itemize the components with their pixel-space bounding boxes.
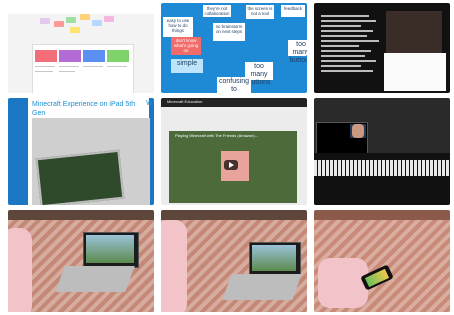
tile-youtube-video[interactable]: Minecraft Education Playing Minecraft wi… [161, 98, 307, 205]
sticky-note: simple [171, 59, 203, 73]
tile-side-text: We [146, 100, 154, 107]
tile-child-phone[interactable] [314, 210, 450, 312]
tile-minecraft-ipad[interactable]: Minecraft Experience on iPad 5th Gen We [8, 98, 154, 205]
child [8, 228, 32, 312]
tile-child-laptop-2[interactable] [161, 210, 307, 312]
text-panel [384, 53, 446, 91]
play-icon [229, 162, 234, 168]
sticky-note: they're not collaboration [203, 5, 231, 17]
laptop-screen [86, 235, 134, 263]
sticky-note: don't know what's going on [171, 37, 201, 55]
tile-child-laptop-1[interactable] [8, 210, 154, 312]
image-grid: they're not collaboration the screen is … [0, 0, 454, 315]
board-header [8, 3, 154, 14]
notes-list [321, 15, 383, 77]
sticky-note: too many buttons [288, 40, 307, 64]
sticky-note: easy to use how to do things [163, 17, 193, 37]
laptop-screen [252, 245, 296, 271]
child [161, 220, 187, 312]
tablet [35, 149, 125, 205]
sticky-note: feedback [281, 5, 305, 17]
hand [352, 124, 364, 138]
tile-video-notes[interactable] [314, 3, 450, 93]
sticky-note: no brainstorm on next steps [213, 23, 245, 41]
tile-keyboard-setup[interactable] [314, 98, 450, 205]
tile-board-screenshot[interactable] [8, 3, 154, 93]
sticky-note: confusing to understand [217, 77, 251, 93]
laptop-base [222, 274, 302, 300]
tile-title: Minecraft Experience on iPad 5th Gen [32, 101, 136, 117]
piano-keys [314, 160, 450, 176]
tile-sticky-notes[interactable]: they're not collaboration the screen is … [161, 3, 307, 93]
top-bar-text: Minecraft Education [167, 99, 203, 104]
video-thumbnail [386, 11, 442, 53]
child [318, 258, 368, 308]
sticky-note: the screen is not a tool [246, 5, 274, 19]
video-title: Playing Minecraft with The Friends (Amaz… [175, 133, 259, 138]
blue-edge [8, 98, 28, 205]
laptop-base [55, 266, 135, 292]
